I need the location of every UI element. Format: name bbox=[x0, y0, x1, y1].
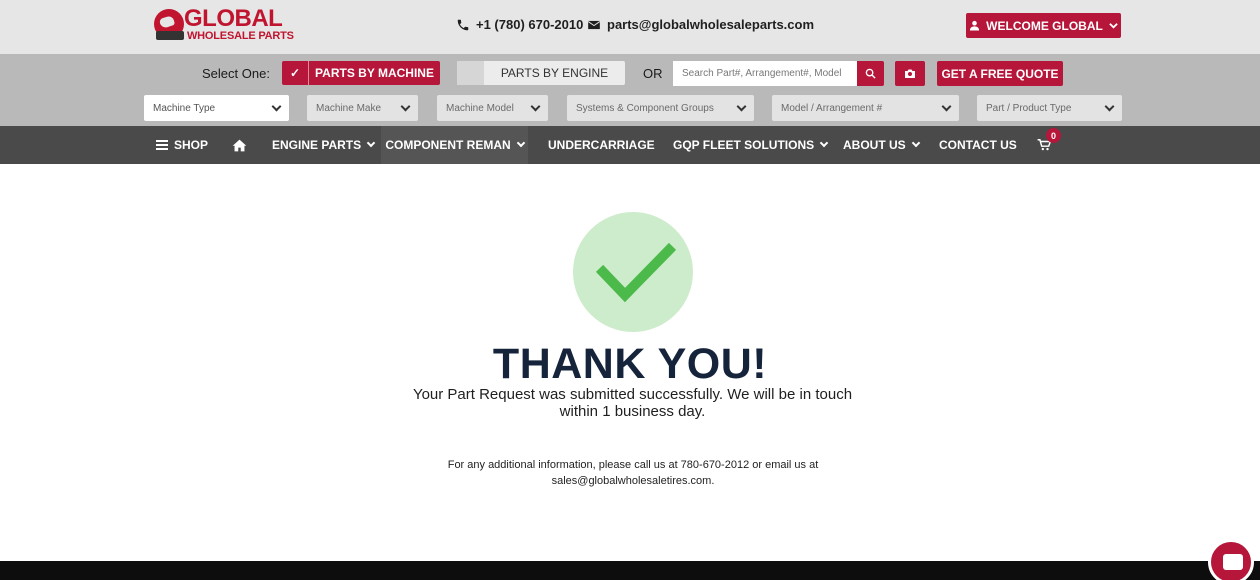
nav-component-reman-label: COMPONENT REMAN bbox=[385, 138, 511, 152]
mail-icon bbox=[588, 20, 600, 29]
chevron-down-icon bbox=[400, 101, 411, 111]
additional-info-text: For any additional information, please c… bbox=[447, 459, 819, 487]
chevron-down-icon bbox=[516, 138, 525, 148]
nav-home[interactable] bbox=[232, 126, 247, 164]
parts-by-machine-toggle[interactable]: ✓ PARTS BY MACHINE bbox=[282, 61, 440, 85]
welcome-label: WELCOME GLOBAL bbox=[986, 18, 1103, 33]
select-one-label: Select One: bbox=[202, 66, 270, 81]
footer bbox=[0, 561, 1260, 580]
email-link[interactable]: parts@globalwholesaleparts.com bbox=[587, 17, 814, 32]
thank-you-title: THANK YOU! bbox=[492, 340, 768, 388]
parts-by-machine-label: PARTS BY MACHINE bbox=[315, 66, 434, 80]
dropdown-label: Systems & Component Groups bbox=[576, 102, 714, 114]
nav-engine-parts-label: ENGINE PARTS bbox=[272, 138, 362, 152]
nav-undercarriage[interactable]: UNDERCARRIAGE bbox=[548, 126, 655, 164]
camera-icon bbox=[905, 69, 915, 78]
truck-icon bbox=[156, 31, 184, 40]
image-search-button[interactable] bbox=[895, 61, 925, 86]
search-icon bbox=[865, 68, 876, 79]
unchecked-box bbox=[457, 61, 484, 85]
chevron-down-icon bbox=[1104, 101, 1115, 111]
home-icon bbox=[232, 139, 247, 151]
logo-text: GLOBAL bbox=[184, 5, 283, 32]
nav-contact-label: CONTACT US bbox=[939, 138, 1017, 152]
phone-link[interactable]: +1 (780) 670-2010 bbox=[456, 17, 583, 32]
logo-subtext: WHOLESALE PARTS bbox=[187, 30, 294, 42]
parts-by-engine-label: PARTS BY ENGINE bbox=[500, 66, 609, 80]
check-icon bbox=[595, 242, 677, 303]
or-label: OR bbox=[643, 66, 663, 81]
machine-make-dropdown[interactable]: Machine Make bbox=[307, 95, 418, 121]
search-input[interactable] bbox=[673, 61, 857, 86]
chevron-down-icon bbox=[530, 101, 541, 111]
chevron-down-icon bbox=[366, 138, 376, 148]
get-free-quote-button[interactable]: GET A FREE QUOTE bbox=[937, 61, 1063, 86]
quote-label: GET A FREE QUOTE bbox=[941, 66, 1059, 81]
chat-bubble-icon bbox=[1223, 554, 1243, 570]
user-icon bbox=[970, 20, 980, 31]
nav-contact-us[interactable]: CONTACT US bbox=[939, 126, 1017, 164]
dropdown-label: Part / Product Type bbox=[986, 102, 1072, 114]
chevron-down-icon bbox=[271, 101, 282, 111]
success-message: Your Part Request was submitted successf… bbox=[412, 386, 853, 420]
chevron-down-icon bbox=[819, 138, 829, 148]
nav-gqp-fleet-solutions[interactable]: GQP FLEET SOLUTIONS bbox=[673, 126, 829, 164]
chevron-down-icon bbox=[941, 101, 952, 111]
nav-about-us[interactable]: ABOUT US bbox=[843, 126, 920, 164]
dropdown-label: Model / Arrangement # bbox=[781, 102, 883, 114]
chevron-down-icon bbox=[1109, 23, 1118, 29]
nav-shop[interactable]: SHOP bbox=[156, 126, 208, 164]
machine-type-dropdown[interactable]: Machine Type bbox=[144, 95, 289, 121]
site-logo[interactable]: GLOBAL WHOLESALE PARTS bbox=[154, 7, 296, 43]
nav-about-label: ABOUT US bbox=[843, 138, 906, 152]
nav-engine-parts[interactable]: ENGINE PARTS bbox=[272, 126, 376, 164]
nav-shop-label: SHOP bbox=[174, 138, 209, 152]
part-product-type-dropdown[interactable]: Part / Product Type bbox=[977, 95, 1122, 121]
chevron-down-icon bbox=[736, 101, 747, 111]
cart-count-badge: 0 bbox=[1046, 128, 1061, 143]
success-checkmark-icon bbox=[573, 212, 693, 332]
search-button[interactable] bbox=[857, 61, 884, 86]
nav-undercarriage-label: UNDERCARRIAGE bbox=[548, 138, 655, 152]
machine-model-dropdown[interactable]: Machine Model bbox=[437, 95, 548, 121]
parts-by-engine-toggle[interactable]: PARTS BY ENGINE bbox=[457, 61, 625, 85]
chat-widget-button[interactable] bbox=[1208, 539, 1254, 580]
welcome-account-button[interactable]: WELCOME GLOBAL bbox=[966, 13, 1121, 38]
model-arrangement-dropdown[interactable]: Model / Arrangement # bbox=[772, 95, 959, 121]
nav-gqp-label: GQP FLEET SOLUTIONS bbox=[673, 138, 815, 152]
check-icon: ✓ bbox=[282, 61, 309, 85]
menu-icon bbox=[156, 140, 168, 150]
phone-number: +1 (780) 670-2010 bbox=[476, 17, 584, 32]
systems-component-groups-dropdown[interactable]: Systems & Component Groups bbox=[567, 95, 754, 121]
phone-icon bbox=[457, 19, 469, 30]
nav-component-reman[interactable]: COMPONENT REMAN bbox=[381, 126, 528, 164]
dropdown-label: Machine Model bbox=[446, 102, 514, 114]
email-address: parts@globalwholesaleparts.com bbox=[607, 17, 815, 32]
dropdown-label: Machine Make bbox=[316, 102, 382, 114]
chevron-down-icon bbox=[911, 138, 920, 148]
dropdown-label: Machine Type bbox=[153, 102, 216, 114]
